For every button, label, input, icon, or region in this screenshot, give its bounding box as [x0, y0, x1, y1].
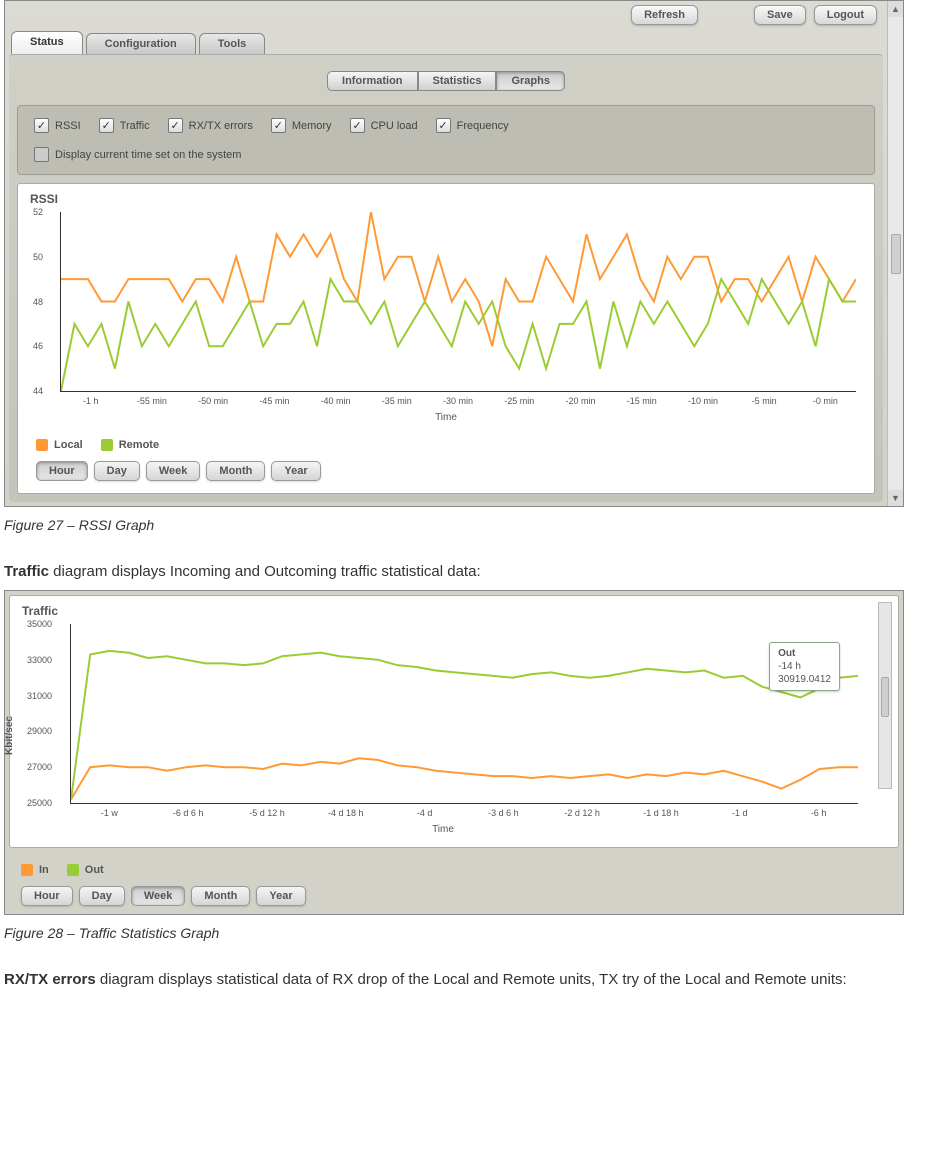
traffic-range-month[interactable]: Month	[191, 886, 250, 906]
tooltip-line1: -14 h	[778, 660, 831, 673]
legend-remote-label: Remote	[119, 439, 159, 451]
tab-tools[interactable]: Tools	[199, 33, 266, 54]
tab-status[interactable]: Status	[11, 31, 83, 54]
tooltip-title: Out	[778, 647, 831, 660]
chk-frequency-label: Frequency	[457, 120, 509, 132]
legend-local-label: Local	[54, 439, 83, 451]
traffic-scrollbar[interactable]	[878, 602, 892, 789]
refresh-button[interactable]: Refresh	[631, 5, 698, 25]
chk-rssi[interactable]: ✓RSSI	[34, 118, 81, 133]
range-month[interactable]: Month	[206, 461, 265, 481]
legend-local: Local	[36, 439, 83, 451]
rssi-chart-title: RSSI	[30, 192, 862, 206]
legend-remote: Remote	[101, 439, 159, 451]
sub-tabs: Information Statistics Graphs	[17, 71, 875, 91]
traffic-tooltip: Out -14 h 30919.0412	[769, 642, 840, 691]
traffic-legend: In Out	[21, 864, 899, 876]
chk-traffic[interactable]: ✓Traffic	[99, 118, 150, 133]
rssi-chart-svg	[61, 212, 856, 391]
chk-rxtx[interactable]: ✓RX/TX errors	[168, 118, 253, 133]
figure-28-caption: Figure 28 – Traffic Statistics Graph	[4, 925, 939, 941]
save-button[interactable]: Save	[754, 5, 806, 25]
chk-frequency[interactable]: ✓Frequency	[436, 118, 509, 133]
subtab-information[interactable]: Information	[327, 71, 418, 91]
traffic-range-hour[interactable]: Hour	[21, 886, 73, 906]
traffic-scroll-thumb[interactable]	[881, 677, 889, 717]
rssi-range-buttons: Hour Day Week Month Year	[36, 461, 862, 481]
traffic-range-week[interactable]: Week	[131, 886, 186, 906]
traffic-range-day[interactable]: Day	[79, 886, 125, 906]
rssi-screenshot: ▲ ▼ Refresh Save Logout Status Configura…	[4, 0, 904, 507]
range-week[interactable]: Week	[146, 461, 201, 481]
range-year[interactable]: Year	[271, 461, 320, 481]
rssi-chart-area: 4446485052	[60, 212, 856, 392]
rssi-graph-box: RSSI 4446485052 -1 h-55 min-50 min-45 mi…	[17, 183, 875, 494]
rssi-x-axis: -1 h-55 min-50 min-45 min-40 min-35 min-…	[60, 392, 856, 406]
graph-controls: ✓RSSI ✓Traffic ✓RX/TX errors ✓Memory ✓CP…	[17, 105, 875, 175]
main-panel: Information Statistics Graphs ✓RSSI ✓Tra…	[9, 54, 883, 502]
traffic-graph-box: Traffic Kbit/sec 25000270002900031000330…	[9, 595, 899, 848]
legend-out: Out	[67, 864, 104, 876]
tab-configuration[interactable]: Configuration	[86, 33, 196, 54]
tooltip-line2: 30919.0412	[778, 673, 831, 686]
chk-display-time[interactable]: Display current time set on the system	[34, 147, 241, 162]
traffic-range-year[interactable]: Year	[256, 886, 305, 906]
main-tabs: Status Configuration Tools	[5, 33, 887, 54]
scroll-down-icon[interactable]: ▼	[888, 490, 903, 506]
traffic-screenshot: Traffic Kbit/sec 25000270002900031000330…	[4, 590, 904, 915]
chk-rxtx-label: RX/TX errors	[189, 120, 253, 132]
top-button-bar: Refresh Save Logout	[5, 1, 887, 25]
traffic-x-axis: -1 w-6 d 6 h-5 d 12 h-4 d 18 h-4 d-3 d 6…	[70, 804, 858, 818]
chk-cpu-label: CPU load	[371, 120, 418, 132]
figure-27-caption: Figure 27 – RSSI Graph	[4, 517, 939, 533]
checkbox-row: ✓RSSI ✓Traffic ✓RX/TX errors ✓Memory ✓CP…	[34, 118, 858, 133]
logout-button[interactable]: Logout	[814, 5, 877, 25]
traffic-intro-text: Traffic diagram displays Incoming and Ou…	[4, 561, 935, 582]
scroll-up-icon[interactable]: ▲	[888, 1, 903, 17]
chk-display-time-label: Display current time set on the system	[55, 149, 241, 161]
traffic-chart-title: Traffic	[22, 604, 864, 618]
chk-rssi-label: RSSI	[55, 120, 81, 132]
traffic-y-label: Kbit/sec	[4, 716, 15, 755]
chk-memory[interactable]: ✓Memory	[271, 118, 332, 133]
subtab-statistics[interactable]: Statistics	[418, 71, 497, 91]
range-hour[interactable]: Hour	[36, 461, 88, 481]
legend-in-label: In	[39, 864, 49, 876]
legend-in: In	[21, 864, 49, 876]
traffic-chart-area: 250002700029000310003300035000 Out -14 h…	[70, 624, 858, 804]
subtab-graphs[interactable]: Graphs	[496, 71, 565, 91]
traffic-chart-svg	[71, 624, 858, 803]
traffic-bold: Traffic	[4, 563, 49, 580]
rxtx-bold: RX/TX errors	[4, 971, 96, 988]
traffic-x-label: Time	[22, 824, 864, 835]
legend-out-label: Out	[85, 864, 104, 876]
scroll-thumb[interactable]	[891, 234, 901, 274]
outer-scrollbar[interactable]: ▲ ▼	[887, 1, 903, 506]
range-day[interactable]: Day	[94, 461, 140, 481]
rssi-x-label: Time	[30, 412, 862, 423]
rxtx-intro-rest: diagram displays statistical data of RX …	[96, 971, 847, 988]
traffic-intro-rest: diagram displays Incoming and Outcoming …	[49, 563, 481, 580]
rssi-legend: Local Remote	[36, 439, 862, 451]
rxtx-intro-text: RX/TX errors diagram displays statistica…	[4, 969, 935, 990]
traffic-range-buttons: Hour Day Week Month Year	[21, 886, 899, 906]
chk-traffic-label: Traffic	[120, 120, 150, 132]
chk-cpu[interactable]: ✓CPU load	[350, 118, 418, 133]
chk-memory-label: Memory	[292, 120, 332, 132]
